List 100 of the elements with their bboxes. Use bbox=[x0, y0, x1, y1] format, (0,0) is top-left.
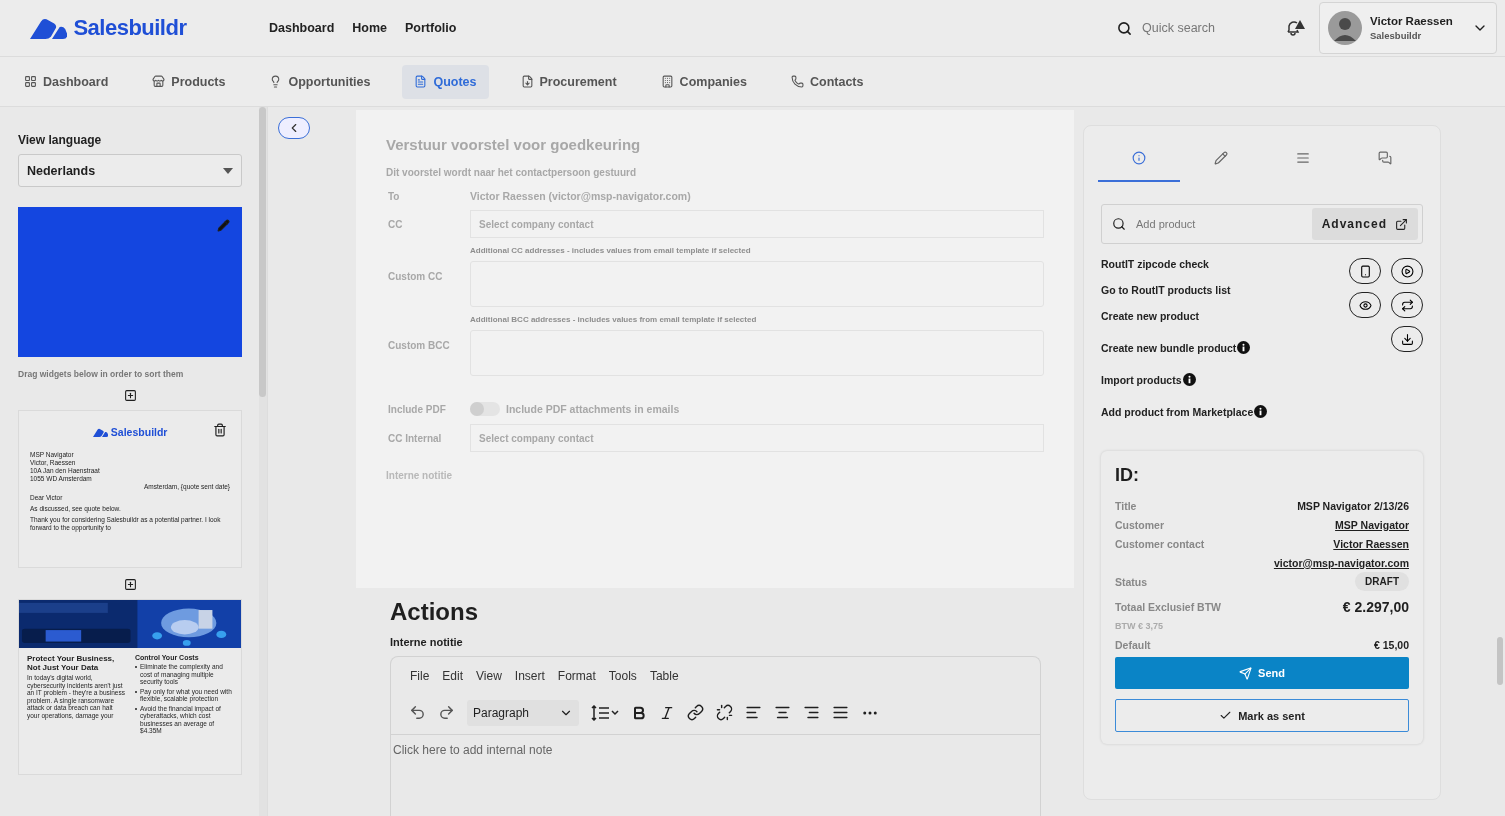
user-menu[interactable]: Victor Raessen Salesbuildr bbox=[1319, 2, 1497, 54]
nav-link[interactable]: Home bbox=[352, 21, 388, 35]
info-icon bbox=[1132, 151, 1146, 165]
product-action-link[interactable]: Go to RoutIT products list bbox=[1101, 284, 1268, 296]
nav-tab[interactable]: Opportunities bbox=[257, 64, 383, 99]
nav-tab[interactable]: Procurement bbox=[508, 64, 629, 99]
summary-label: Default bbox=[1115, 638, 1151, 651]
align-justify-icon[interactable] bbox=[832, 704, 849, 721]
collapse-button[interactable] bbox=[278, 117, 310, 139]
id-label: ID: bbox=[1115, 465, 1140, 486]
language-select[interactable]: Nederlands bbox=[18, 154, 243, 187]
italic-icon[interactable] bbox=[659, 704, 675, 721]
info-icon[interactable] bbox=[1254, 405, 1268, 418]
trash-icon[interactable] bbox=[213, 423, 228, 437]
store-icon bbox=[152, 75, 166, 88]
align-center-icon[interactable] bbox=[774, 704, 791, 721]
add-widget-icon[interactable] bbox=[123, 578, 137, 591]
pencil-icon[interactable] bbox=[217, 219, 231, 232]
info-icon[interactable] bbox=[1237, 341, 1251, 354]
dialog-subtitle: Dit voorstel wordt naar het contactpersoon gestuurd bbox=[386, 167, 638, 178]
summary-label: Title bbox=[1115, 499, 1137, 512]
editor-menu-item[interactable]: Edit bbox=[442, 669, 464, 691]
logo-icon bbox=[92, 427, 108, 437]
nav-tab[interactable]: Companies bbox=[648, 64, 759, 99]
editor-menu-item[interactable]: Table bbox=[649, 669, 679, 691]
grid-icon bbox=[24, 75, 37, 88]
product-action-link[interactable]: RoutIT zipcode check bbox=[1101, 258, 1268, 270]
nav-link[interactable]: Dashboard bbox=[269, 21, 335, 35]
field-label: Interne notitie bbox=[390, 636, 464, 648]
send-icon bbox=[1239, 666, 1253, 680]
nav-tab[interactable]: Contacts bbox=[779, 64, 876, 99]
nav-link[interactable]: Portfolio bbox=[405, 21, 457, 35]
dialog-title: Verstuur voorstel voor goedkeuring bbox=[386, 136, 642, 153]
scrollbar-thumb[interactable] bbox=[259, 107, 267, 397]
undo-icon[interactable] bbox=[409, 704, 426, 721]
phone-icon bbox=[791, 75, 804, 88]
summary-link[interactable]: Victor Raessen bbox=[1333, 537, 1409, 550]
align-left-icon[interactable] bbox=[745, 704, 762, 721]
product-action-link[interactable]: Create new bundle product bbox=[1101, 341, 1268, 354]
product-action-link[interactable]: Create new product bbox=[1101, 310, 1268, 322]
editor-menu-item[interactable]: View bbox=[476, 669, 502, 691]
editor-menu-item[interactable]: Format bbox=[557, 669, 596, 691]
brand-name[interactable]: Salesbuildr bbox=[73, 15, 187, 41]
summary-label: Status bbox=[1115, 575, 1148, 588]
placeholder-text: Add product bbox=[1136, 218, 1197, 230]
chat-icon bbox=[1378, 151, 1392, 165]
document-icon bbox=[414, 75, 428, 88]
link-icon[interactable] bbox=[687, 704, 704, 721]
summary-value: € 15,00 bbox=[1373, 638, 1409, 651]
nav-tab[interactable]: Products bbox=[140, 64, 238, 99]
editor-menu-item[interactable]: Tools bbox=[608, 669, 637, 691]
external-link-icon bbox=[1395, 217, 1408, 231]
send-button[interactable]: Send bbox=[1115, 657, 1409, 689]
unlink-icon[interactable] bbox=[716, 704, 733, 721]
field-label: To bbox=[387, 190, 401, 202]
product-action-link[interactable]: Import products bbox=[1101, 373, 1268, 386]
field-label: Interne notitie bbox=[386, 470, 454, 481]
note-placeholder: Click here to add internal note bbox=[392, 742, 554, 759]
quick-search-field[interactable]: Quick search bbox=[1142, 21, 1215, 35]
field-label: CC bbox=[387, 218, 404, 230]
nav-tab[interactable]: Quotes bbox=[402, 64, 489, 99]
mark-as-sent-button[interactable]: Mark as sent bbox=[1115, 699, 1409, 732]
user-name: Victor Raessen bbox=[1370, 15, 1454, 27]
line-height-icon[interactable] bbox=[591, 704, 619, 721]
brochure-widget[interactable] bbox=[18, 599, 243, 775]
align-right-icon[interactable] bbox=[803, 704, 820, 721]
bell-warning-icon[interactable] bbox=[1285, 19, 1305, 37]
caret-icon bbox=[223, 167, 234, 174]
field-label: Custom BCC bbox=[387, 340, 451, 351]
bold-icon[interactable] bbox=[631, 704, 647, 721]
summary-link[interactable]: MSP Navigator bbox=[1335, 518, 1409, 531]
play-icon bbox=[1400, 264, 1414, 278]
toggle-label: Include PDF attachments in emails bbox=[506, 403, 680, 415]
editor-menu-item[interactable]: Insert bbox=[514, 669, 545, 691]
nav-tab[interactable]: Dashboard bbox=[12, 64, 121, 99]
add-widget-icon[interactable] bbox=[123, 389, 137, 402]
note-editor[interactable]: File Edit View Insert Format Tools Table Paragraph Click here to add internal note bbox=[390, 656, 1041, 816]
advanced-button[interactable]: Advanced bbox=[1311, 208, 1418, 240]
check-icon bbox=[1219, 709, 1233, 722]
summary-value: MSP Navigator 2/13/26 bbox=[1297, 499, 1409, 512]
editor-menu-item[interactable]: File bbox=[410, 669, 430, 691]
product-action-link[interactable]: Add product from Marketplace bbox=[1101, 405, 1268, 418]
block-format-select[interactable]: Paragraph bbox=[467, 699, 579, 726]
total-amount: € 2.297,00 bbox=[1342, 598, 1409, 615]
scrollbar-thumb[interactable] bbox=[1497, 637, 1503, 685]
phone-icon bbox=[1358, 264, 1372, 278]
pdf-toggle[interactable] bbox=[470, 402, 500, 416]
logo-icon bbox=[30, 17, 68, 39]
add-product-field[interactable]: Add product Advanced bbox=[1101, 204, 1423, 244]
redo-icon[interactable] bbox=[438, 704, 455, 721]
sort-hint: Drag widgets below in order to sort them bbox=[18, 369, 185, 379]
letter-widget[interactable] bbox=[18, 410, 243, 568]
info-icon[interactable] bbox=[1182, 373, 1196, 386]
status-badge: DRAFT bbox=[1355, 572, 1409, 591]
search-icon[interactable] bbox=[1117, 20, 1132, 36]
summary-link[interactable]: victor@msp-navigator.com bbox=[1273, 556, 1409, 569]
edit-icon bbox=[1214, 151, 1228, 165]
download-icon bbox=[1400, 332, 1414, 346]
eye-icon bbox=[1358, 298, 1372, 312]
user-company: Salesbuildr bbox=[1370, 30, 1423, 41]
